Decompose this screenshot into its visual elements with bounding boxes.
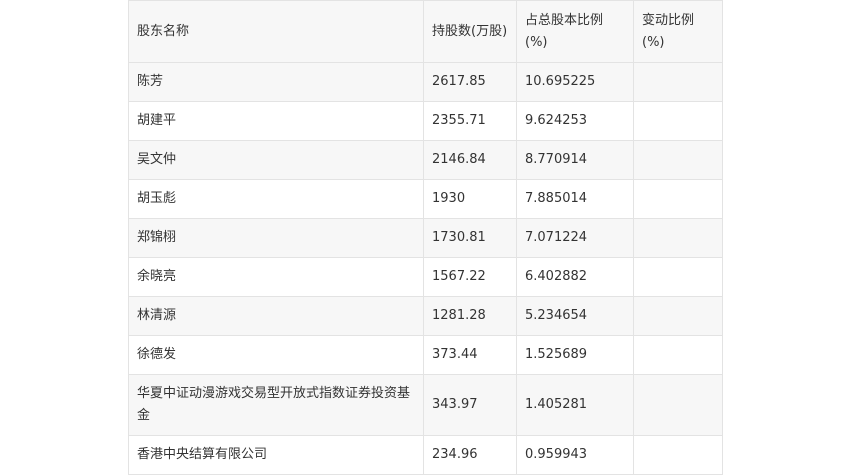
- cell-change-ratio: [633, 435, 723, 475]
- cell-change-ratio: [633, 257, 723, 297]
- cell-shareholder-name: 余晓亮: [128, 257, 424, 297]
- cell-share-ratio: 6.402882: [516, 257, 634, 297]
- table-row: 陈芳 2617.85 10.695225: [128, 62, 723, 102]
- cell-share-ratio: 7.071224: [516, 218, 634, 258]
- cell-shareholder-name: 徐德发: [128, 335, 424, 375]
- cell-change-ratio: [633, 335, 723, 375]
- table-row: 郑锦栩 1730.81 7.071224: [128, 218, 723, 258]
- cell-shares-held: 1567.22: [423, 257, 517, 297]
- cell-shareholder-name: 陈芳: [128, 62, 424, 102]
- cell-shareholder-name: 林清源: [128, 296, 424, 336]
- cell-share-ratio: 9.624253: [516, 101, 634, 141]
- cell-shareholder-name: 吴文仲: [128, 140, 424, 180]
- cell-shareholder-name: 香港中央结算有限公司: [128, 435, 424, 475]
- shareholder-table-container: 股东名称 持股数(万股) 占总股本比例(%) 变动比例(%) 陈芳 2617.8…: [128, 0, 723, 475]
- table-row: 余晓亮 1567.22 6.402882: [128, 257, 723, 297]
- cell-change-ratio: [633, 62, 723, 102]
- cell-change-ratio: [633, 179, 723, 219]
- cell-shareholder-name: 华夏中证动漫游戏交易型开放式指数证券投资基金: [128, 374, 424, 436]
- table-row: 胡玉彪 1930 7.885014: [128, 179, 723, 219]
- header-shares-held: 持股数(万股): [423, 0, 517, 63]
- cell-shares-held: 1730.81: [423, 218, 517, 258]
- cell-shares-held: 234.96: [423, 435, 517, 475]
- cell-shares-held: 373.44: [423, 335, 517, 375]
- cell-shares-held: 343.97: [423, 374, 517, 436]
- cell-change-ratio: [633, 218, 723, 258]
- cell-shareholder-name: 胡玉彪: [128, 179, 424, 219]
- cell-shares-held: 1281.28: [423, 296, 517, 336]
- cell-share-ratio: 10.695225: [516, 62, 634, 102]
- cell-change-ratio: [633, 140, 723, 180]
- cell-share-ratio: 7.885014: [516, 179, 634, 219]
- shareholder-table: 股东名称 持股数(万股) 占总股本比例(%) 变动比例(%) 陈芳 2617.8…: [128, 0, 723, 475]
- cell-share-ratio: 1.525689: [516, 335, 634, 375]
- cell-share-ratio: 5.234654: [516, 296, 634, 336]
- cell-shares-held: 2146.84: [423, 140, 517, 180]
- cell-change-ratio: [633, 296, 723, 336]
- cell-shares-held: 2617.85: [423, 62, 517, 102]
- header-share-ratio: 占总股本比例(%): [516, 0, 634, 63]
- cell-share-ratio: 0.959943: [516, 435, 634, 475]
- cell-shares-held: 1930: [423, 179, 517, 219]
- header-change-ratio: 变动比例(%): [633, 0, 723, 63]
- table-row: 吴文仲 2146.84 8.770914: [128, 140, 723, 180]
- cell-change-ratio: [633, 101, 723, 141]
- cell-share-ratio: 8.770914: [516, 140, 634, 180]
- table-row: 香港中央结算有限公司 234.96 0.959943: [128, 435, 723, 475]
- cell-shareholder-name: 胡建平: [128, 101, 424, 141]
- table-row: 徐德发 373.44 1.525689: [128, 335, 723, 375]
- cell-shares-held: 2355.71: [423, 101, 517, 141]
- table-row: 胡建平 2355.71 9.624253: [128, 101, 723, 141]
- cell-share-ratio: 1.405281: [516, 374, 634, 436]
- header-shareholder-name: 股东名称: [128, 0, 424, 63]
- cell-change-ratio: [633, 374, 723, 436]
- table-row: 华夏中证动漫游戏交易型开放式指数证券投资基金 343.97 1.405281: [128, 374, 723, 436]
- table-row: 林清源 1281.28 5.234654: [128, 296, 723, 336]
- table-header-row: 股东名称 持股数(万股) 占总股本比例(%) 变动比例(%): [128, 0, 723, 63]
- cell-shareholder-name: 郑锦栩: [128, 218, 424, 258]
